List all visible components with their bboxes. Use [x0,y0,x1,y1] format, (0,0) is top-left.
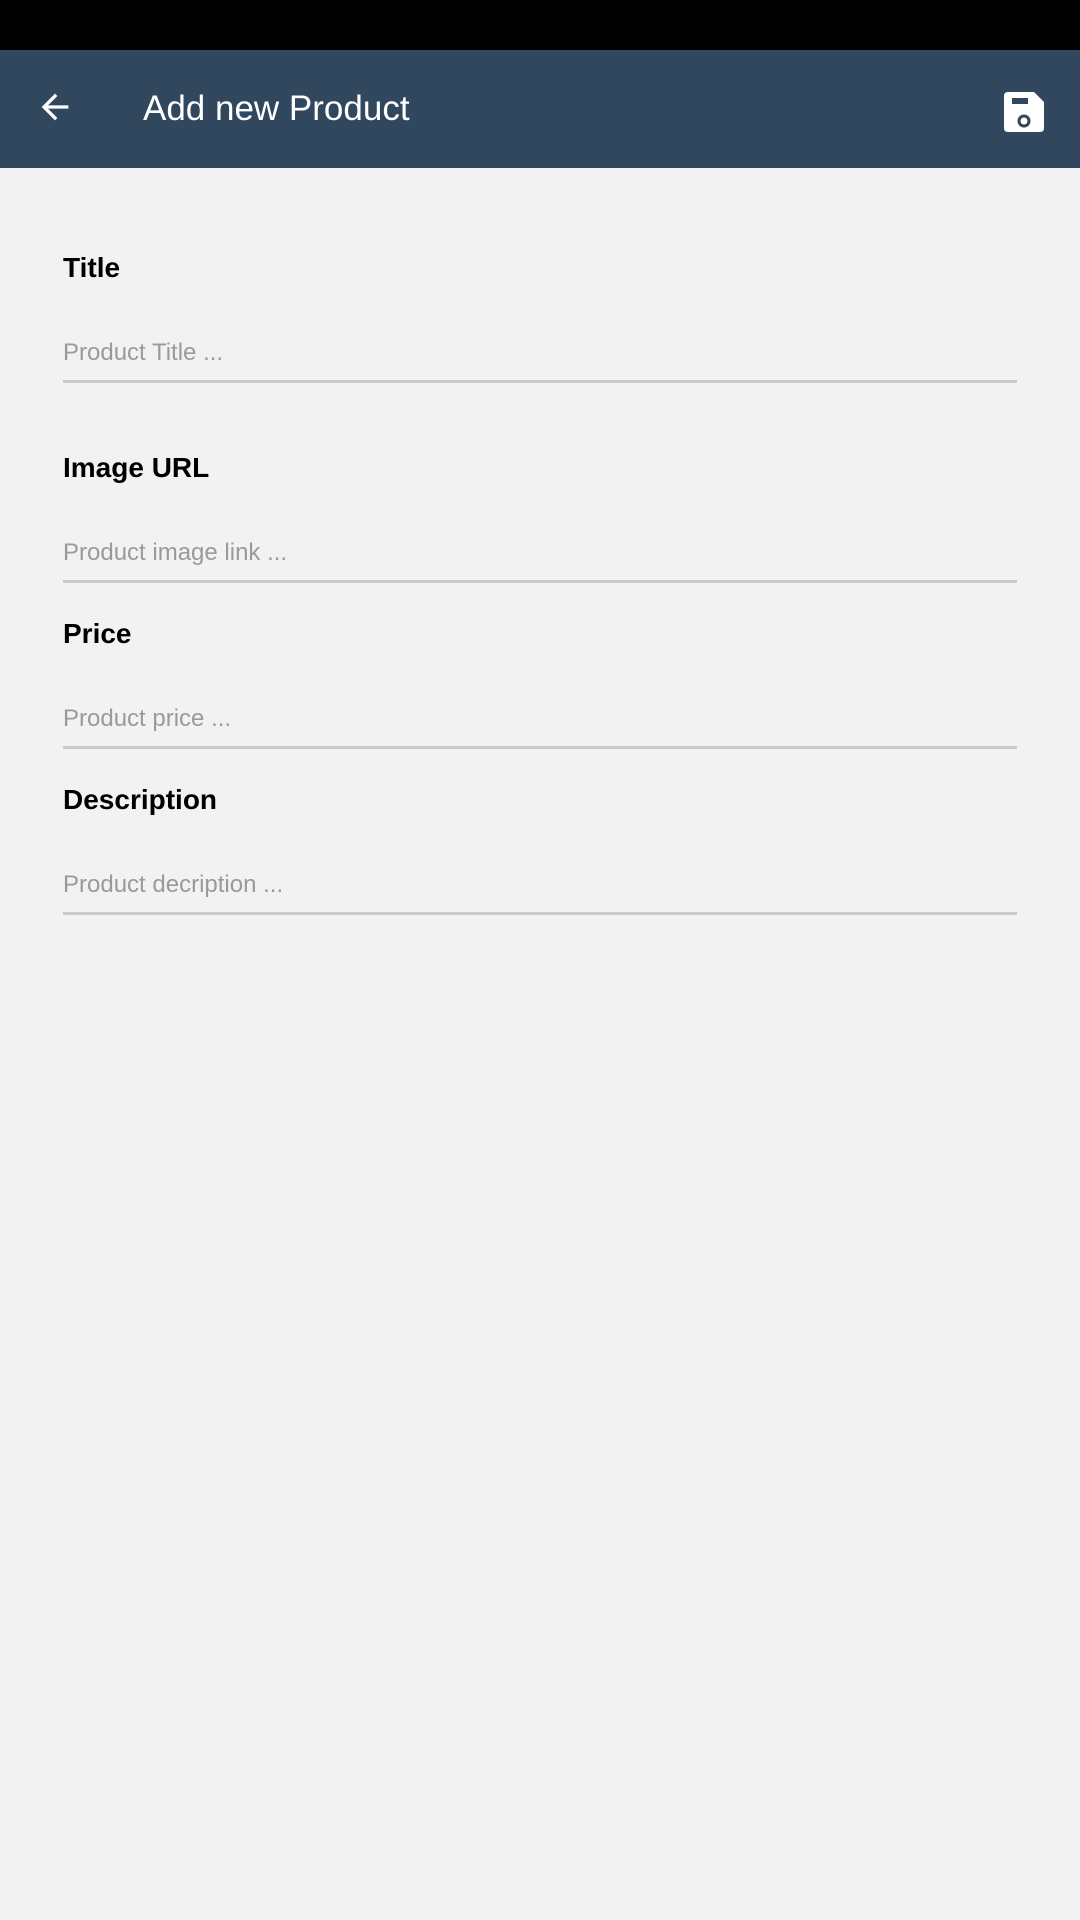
price-field-group: Price [63,550,1017,749]
save-button[interactable] [994,82,1054,142]
image-url-field-group: Image URL [63,384,1017,583]
description-input[interactable] [63,858,1017,915]
page-title: Add new Product [143,89,410,128]
description-field-group: Description [63,716,1017,915]
arrow-left-icon [41,93,69,121]
title-label: Title [63,252,121,283]
image-url-label: Image URL [63,452,210,483]
back-button[interactable] [22,74,88,140]
floppy-disk-icon [1004,92,1044,132]
product-form: Title Image URL Price Description [63,168,1017,915]
title-input[interactable] [63,326,1017,383]
description-label: Description [63,784,218,815]
app-bar: Add new Product [0,50,1080,168]
title-field-group: Title [63,168,1017,384]
price-label: Price [63,618,132,649]
status-bar [0,0,1080,50]
